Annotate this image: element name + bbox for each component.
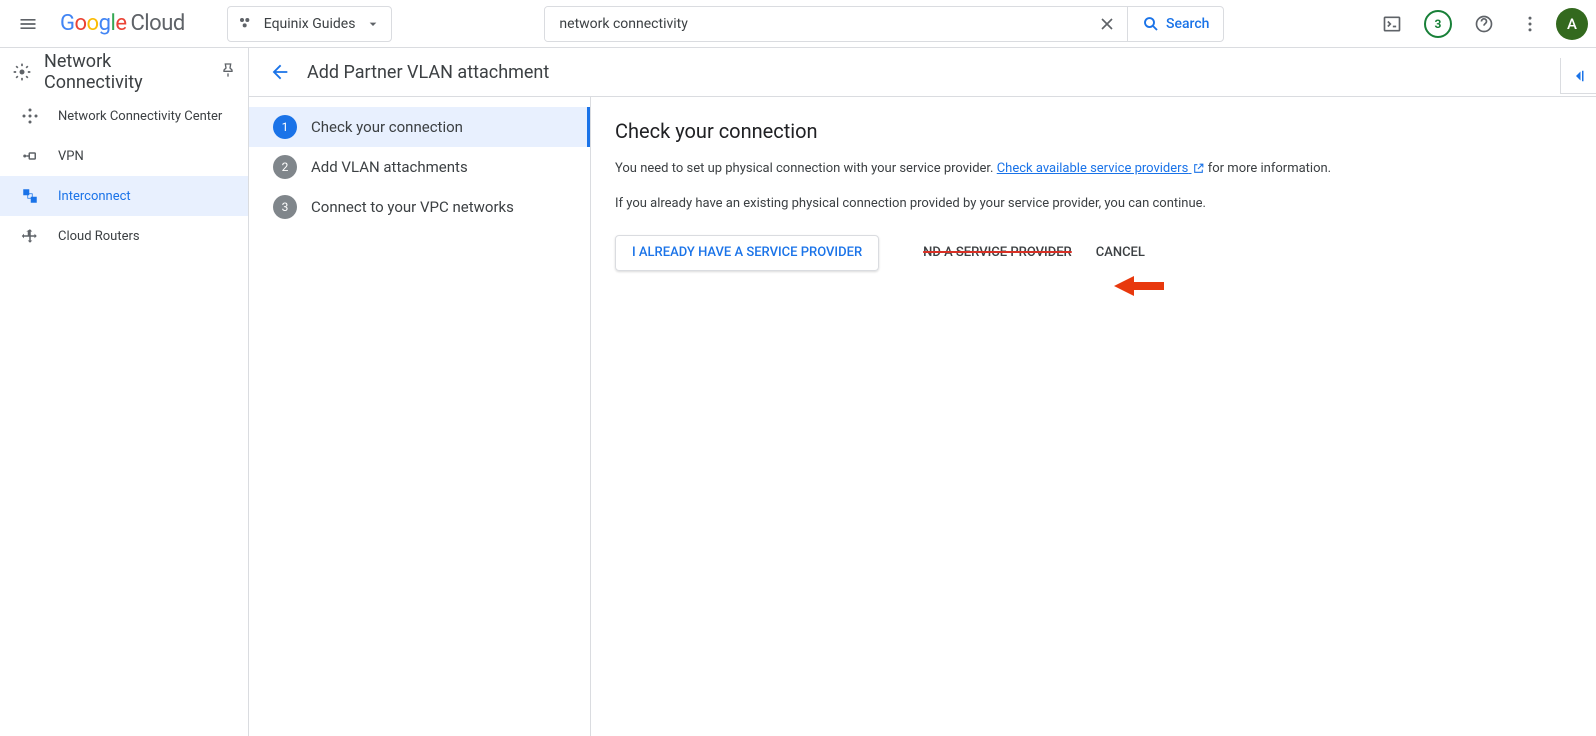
step-1[interactable]: 1 Check your connection [249, 107, 590, 147]
project-selector[interactable]: Equinix Guides [227, 6, 393, 42]
search-button[interactable]: Search [1127, 7, 1223, 41]
sidebar-item-label: Network Connectivity Center [58, 109, 222, 124]
network-connectivity-icon [12, 62, 32, 82]
sidebar-item-cloud-routers[interactable]: Cloud Routers [0, 216, 248, 256]
clear-icon[interactable] [1087, 7, 1127, 41]
sidebar-item-label: Interconnect [58, 189, 131, 204]
action-row: I ALREADY HAVE A SERVICE PROVIDER ND A S… [615, 235, 1572, 271]
step-number: 3 [273, 195, 297, 219]
main-area: Add Partner VLAN attachment 1 Check your… [249, 48, 1596, 736]
project-name: Equinix Guides [264, 16, 356, 32]
panel-paragraph-2: If you already have an existing physical… [615, 194, 1572, 215]
panel-heading: Check your connection [615, 119, 1572, 143]
step-3[interactable]: 3 Connect to your VPC networks [249, 187, 590, 227]
page-header: Add Partner VLAN attachment [249, 48, 1596, 96]
sidebar-item-label: VPN [58, 149, 84, 164]
more-icon[interactable] [1510, 4, 1550, 44]
router-icon [20, 226, 40, 246]
search-input[interactable] [545, 7, 1087, 41]
link-text: Check available service providers [997, 161, 1189, 176]
search-icon [1142, 15, 1160, 33]
sidebar-item-vpn[interactable]: VPN [0, 136, 248, 176]
sidebar-title-row: Network Connectivity [0, 48, 248, 96]
step-label: Connect to your VPC networks [311, 198, 514, 216]
cloud-shell-icon[interactable] [1372, 4, 1412, 44]
sidebar-item-ncc[interactable]: Network Connectivity Center [0, 96, 248, 136]
sidebar-title: Network Connectivity [44, 51, 208, 93]
search-button-label: Search [1166, 16, 1209, 32]
pin-icon[interactable] [220, 62, 236, 83]
sidebar-item-interconnect[interactable]: Interconnect [0, 176, 248, 216]
service-providers-link[interactable]: Check available service providers [997, 161, 1205, 176]
avatar[interactable]: A [1556, 8, 1588, 40]
step-list: 1 Check your connection 2 Add VLAN attac… [249, 97, 591, 736]
collapse-panel-icon[interactable] [1560, 58, 1596, 94]
notification-badge[interactable]: 3 [1418, 4, 1458, 44]
interconnect-icon [20, 186, 40, 206]
top-bar: GoogleCloud Equinix Guides Search 3 A [0, 0, 1596, 48]
hub-icon [20, 106, 40, 126]
step-number: 2 [273, 155, 297, 179]
menu-icon[interactable] [8, 4, 48, 44]
search-bar: Search [544, 6, 1224, 42]
sidebar-item-label: Cloud Routers [58, 229, 140, 244]
vpn-icon [20, 146, 40, 166]
step-2[interactable]: 2 Add VLAN attachments [249, 147, 590, 187]
help-icon[interactable] [1464, 4, 1504, 44]
sidebar: Network Connectivity Network Connectivit… [0, 48, 249, 736]
chevron-down-icon [365, 16, 381, 32]
step-label: Add VLAN attachments [311, 158, 468, 176]
panel: Check your connection You need to set up… [591, 97, 1596, 736]
page-title: Add Partner VLAN attachment [307, 62, 549, 83]
panel-text: for more information. [1205, 161, 1332, 176]
panel-paragraph-1: You need to set up physical connection w… [615, 159, 1572, 180]
step-label: Check your connection [311, 118, 463, 136]
step-number: 1 [273, 115, 297, 139]
back-arrow-icon[interactable] [269, 61, 291, 83]
header-right: 3 A [1372, 4, 1588, 44]
find-provider-button[interactable]: ND A SERVICE PROVIDER [923, 245, 1072, 260]
external-link-icon [1192, 162, 1205, 175]
already-have-provider-button[interactable]: I ALREADY HAVE A SERVICE PROVIDER [615, 235, 879, 271]
google-cloud-logo[interactable]: GoogleCloud [60, 11, 185, 36]
panel-text: You need to set up physical connection w… [615, 161, 997, 176]
content-area: 1 Check your connection 2 Add VLAN attac… [249, 96, 1596, 736]
notification-count: 3 [1424, 10, 1452, 38]
cancel-button[interactable]: CANCEL [1096, 245, 1145, 260]
